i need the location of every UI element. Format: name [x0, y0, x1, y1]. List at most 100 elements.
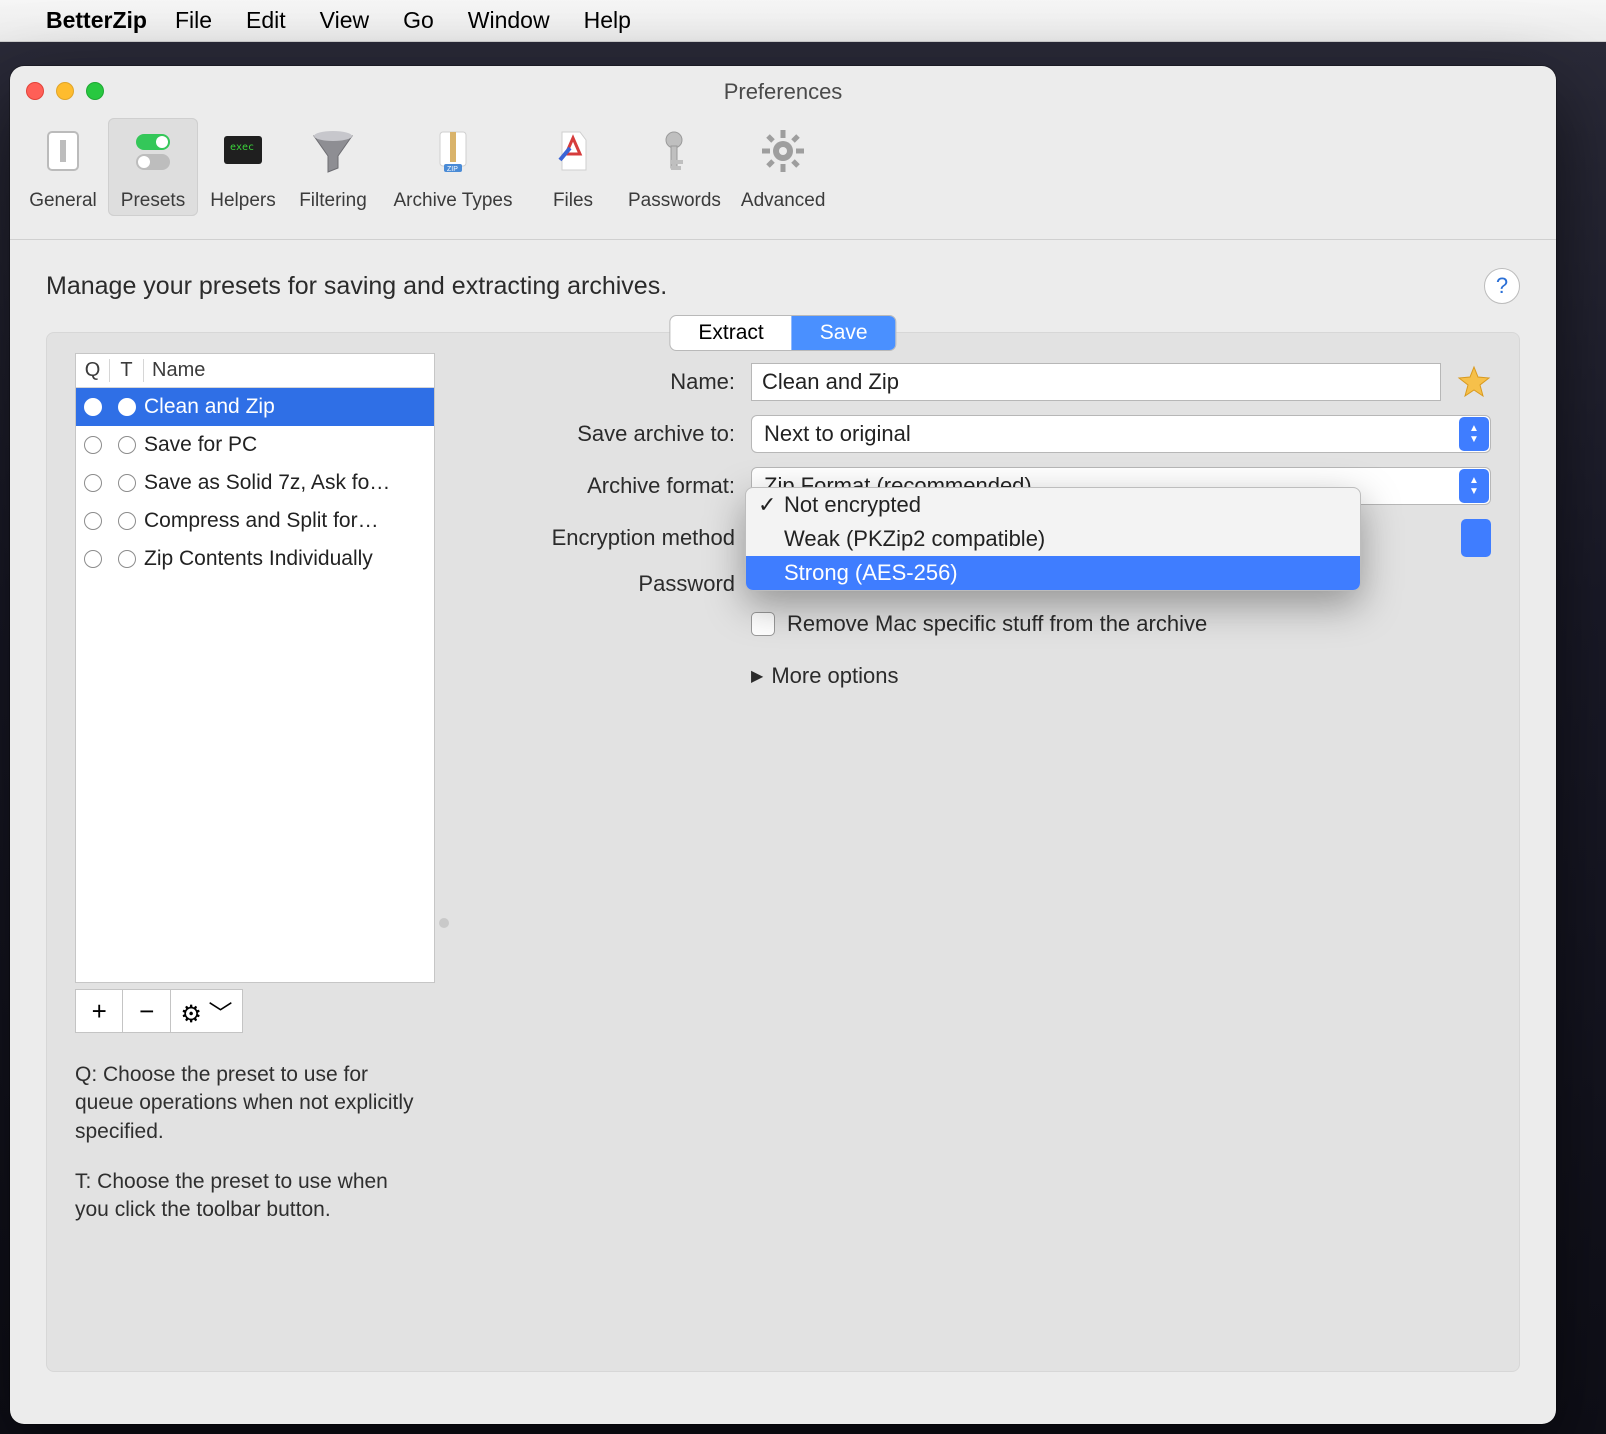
- checkmark-icon: ✓: [758, 492, 776, 518]
- help-button[interactable]: ?: [1484, 268, 1520, 304]
- tab-files-label: Files: [553, 190, 593, 212]
- tab-advanced[interactable]: Advanced: [731, 118, 836, 216]
- tab-presets[interactable]: Presets: [108, 118, 198, 216]
- menu-file[interactable]: File: [175, 7, 212, 34]
- preset-actions-menu[interactable]: ⚙︎ ﹀: [171, 990, 242, 1032]
- favorite-star-icon[interactable]: [1457, 365, 1491, 399]
- remove-mac-checkbox[interactable]: Remove Mac specific stuff from the archi…: [751, 611, 1491, 637]
- name-label: Name:: [465, 369, 735, 395]
- encryption-option-label: Not encrypted: [784, 492, 921, 518]
- hint-q: Q: Choose the preset to use for queue op…: [75, 1061, 415, 1146]
- more-options-disclosure[interactable]: ▶ More options: [751, 663, 1491, 689]
- preferences-toolbar: General Presets exec Helpers Filtering: [10, 118, 1556, 240]
- preset-list-actions: + − ⚙︎ ﹀: [75, 989, 243, 1033]
- remove-preset-button[interactable]: −: [123, 990, 170, 1032]
- radio-q[interactable]: [76, 550, 110, 568]
- menu-edit[interactable]: Edit: [246, 7, 286, 34]
- col-header-name[interactable]: Name: [144, 359, 434, 382]
- preset-row[interactable]: Zip Contents Individually: [76, 540, 434, 578]
- page-heading: Manage your presets for saving and extra…: [46, 272, 667, 301]
- tab-filtering[interactable]: Filtering: [288, 118, 378, 216]
- tab-passwords-label: Passwords: [628, 190, 721, 212]
- preferences-content: Manage your presets for saving and extra…: [10, 240, 1556, 1424]
- tab-general[interactable]: General: [18, 118, 108, 216]
- radio-q[interactable]: [76, 512, 110, 530]
- menu-help[interactable]: Help: [584, 7, 631, 34]
- encryption-option-label: Weak (PKZip2 compatible): [784, 526, 1045, 552]
- chevron-updown-icon: ▲▼: [1459, 417, 1489, 451]
- radio-t[interactable]: [110, 512, 144, 530]
- col-header-q[interactable]: Q: [76, 359, 110, 382]
- presets-icon: [128, 126, 178, 182]
- general-icon: [38, 126, 88, 182]
- traffic-lights: [26, 82, 104, 100]
- svg-text:exec: exec: [230, 142, 254, 153]
- segment-extract[interactable]: Extract: [670, 316, 791, 350]
- encryption-select-edge[interactable]: [1461, 519, 1491, 557]
- window-title: Preferences: [724, 79, 843, 105]
- advanced-icon: [758, 126, 808, 182]
- preset-row[interactable]: Clean and Zip: [76, 388, 434, 426]
- preset-name: Compress and Split for…: [144, 509, 428, 533]
- radio-t[interactable]: [110, 436, 144, 454]
- radio-t[interactable]: [110, 474, 144, 492]
- save-to-value: Next to original: [764, 421, 911, 447]
- preset-name: Zip Contents Individually: [144, 547, 428, 571]
- name-field[interactable]: [751, 363, 1441, 401]
- tab-archive-types-label: Archive Types: [394, 190, 513, 212]
- radio-t[interactable]: [110, 398, 144, 416]
- archive-types-icon: ZIP: [428, 126, 478, 182]
- segment-save[interactable]: Save: [792, 316, 896, 350]
- radio-t[interactable]: [110, 550, 144, 568]
- app-name[interactable]: BetterZip: [46, 7, 147, 34]
- menu-window[interactable]: Window: [468, 7, 550, 34]
- desktop-background: Preferences General Presets exec Helpers: [0, 42, 1606, 1434]
- preset-row[interactable]: Compress and Split for…: [76, 502, 434, 540]
- close-icon[interactable]: [26, 82, 44, 100]
- svg-text:ZIP: ZIP: [447, 166, 458, 173]
- save-to-select[interactable]: Next to original ▲▼: [751, 415, 1491, 453]
- encryption-option[interactable]: Weak (PKZip2 compatible): [746, 522, 1360, 556]
- files-icon: [548, 126, 598, 182]
- tab-files[interactable]: Files: [528, 118, 618, 216]
- window-titlebar[interactable]: Preferences: [10, 66, 1556, 118]
- helpers-icon: exec: [218, 126, 268, 182]
- chevron-updown-icon: ▲▼: [1459, 469, 1489, 503]
- encryption-label: Encryption method: [465, 525, 735, 551]
- preset-detail: Name: Save archive to: Next to original …: [465, 353, 1491, 1351]
- minimize-icon[interactable]: [56, 82, 74, 100]
- radio-q[interactable]: [76, 474, 110, 492]
- tab-passwords[interactable]: Passwords: [618, 118, 731, 216]
- passwords-icon: [649, 126, 699, 182]
- radio-q[interactable]: [76, 436, 110, 454]
- resize-handle-icon[interactable]: [439, 918, 449, 928]
- col-header-t[interactable]: T: [110, 359, 144, 382]
- zoom-icon[interactable]: [86, 82, 104, 100]
- format-label: Archive format:: [465, 473, 735, 499]
- preferences-window: Preferences General Presets exec Helpers: [10, 66, 1556, 1424]
- tab-helpers[interactable]: exec Helpers: [198, 118, 288, 216]
- encryption-option[interactable]: ✓ Not encrypted: [746, 488, 1360, 522]
- preset-row[interactable]: Save as Solid 7z, Ask fo…: [76, 464, 434, 502]
- tab-filtering-label: Filtering: [299, 190, 367, 212]
- encryption-option[interactable]: Strong (AES-256): [746, 556, 1360, 590]
- password-label: Password: [465, 571, 735, 597]
- more-options-label: More options: [771, 663, 898, 689]
- disclosure-triangle-icon: ▶: [751, 666, 763, 686]
- menu-view[interactable]: View: [320, 7, 369, 34]
- preset-name: Save as Solid 7z, Ask fo…: [144, 471, 428, 495]
- radio-q[interactable]: [76, 398, 110, 416]
- checkbox-icon: [751, 612, 775, 636]
- tab-advanced-label: Advanced: [741, 190, 826, 212]
- filtering-icon: [308, 126, 358, 182]
- tab-helpers-label: Helpers: [210, 190, 275, 212]
- preset-list: Q T Name Clean and Zip: [75, 353, 435, 983]
- add-preset-button[interactable]: +: [76, 990, 123, 1032]
- menu-go[interactable]: Go: [403, 7, 434, 34]
- preset-list-header: Q T Name: [76, 354, 434, 388]
- remove-mac-label: Remove Mac specific stuff from the archi…: [787, 611, 1207, 637]
- tab-general-label: General: [29, 190, 97, 212]
- preset-row[interactable]: Save for PC: [76, 426, 434, 464]
- save-to-label: Save archive to:: [465, 421, 735, 447]
- tab-archive-types[interactable]: ZIP Archive Types: [378, 118, 528, 216]
